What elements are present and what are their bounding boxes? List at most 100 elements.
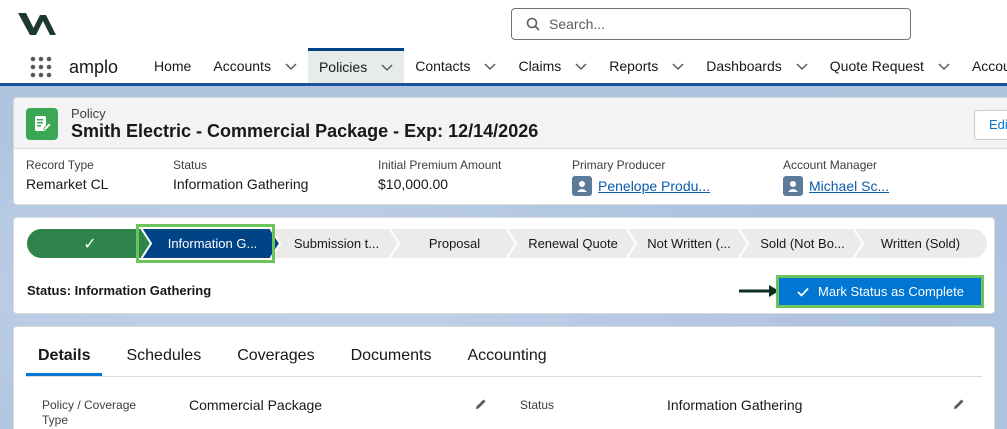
nav-item-label: Policies <box>318 59 368 75</box>
nav-item-claims[interactable]: Claims <box>507 48 598 83</box>
navigation-bar: amplo Home Accounts Policies Contacts Claims… <box>0 48 1007 86</box>
path-stage-label: ✓ <box>83 235 97 253</box>
highlight-initial-premium-amount: Initial Premium Amount $10,000.00 <box>378 158 501 192</box>
path-stage-incomplete[interactable]: Not Written (... <box>626 228 752 259</box>
field-label-status: Status <box>520 398 555 412</box>
chevron-down-icon[interactable] <box>938 60 950 72</box>
status-path-card: ✓ Information G... Submission t... Proposal… <box>13 217 995 314</box>
record-tabs: Details Schedules Coverages Documents Accoun… <box>26 337 982 377</box>
highlight-label: Initial Premium Amount <box>378 158 502 172</box>
highlight-value-wrapper: $10,000.00 <box>378 176 501 192</box>
nav-item-dashboards[interactable]: Dashboards <box>695 48 819 83</box>
chevron-down-icon[interactable] <box>381 61 393 73</box>
field-value-status: Information Gathering <box>667 397 803 413</box>
highlight-value: Remarket CL <box>26 176 109 192</box>
tab-coverages[interactable]: Coverages <box>225 337 326 376</box>
path-stage-incomplete[interactable]: Written (Sold) <box>853 228 988 259</box>
global-search-input[interactable]: Search... <box>511 8 911 40</box>
path-stage-label: Information G... <box>167 236 258 251</box>
nav-item-accounts[interactable]: Accounts <box>202 48 308 83</box>
chevron-down-icon[interactable] <box>575 60 587 72</box>
highlights-panel: Record Type Remarket CL Status Information … <box>14 149 1007 204</box>
field-value-coverage-type: Commercial Package <box>189 397 323 413</box>
path-stage-complete[interactable]: ✓ <box>26 228 154 259</box>
path-stage-label: Renewal Quote <box>528 236 618 251</box>
path-stage-label: Submission t... <box>293 236 380 251</box>
chevron-down-icon[interactable] <box>285 60 297 72</box>
nav-item-label: Accou <box>971 57 1007 74</box>
nav-item-contacts[interactable]: Contacts <box>404 48 507 83</box>
highlight-label: Status <box>173 158 208 172</box>
nav-item-label: Claims <box>518 57 562 74</box>
nav-item-accou[interactable]: Accou <box>961 48 1007 83</box>
tab-details[interactable]: Details <box>26 337 103 376</box>
path-stage-incomplete[interactable]: Sold (Not Bo... <box>738 228 867 259</box>
tab-schedules[interactable]: Schedules <box>114 337 213 376</box>
details-card: Details Schedules Coverages Documents Accoun… <box>13 326 995 429</box>
app-name: amplo <box>69 57 119 77</box>
nav-item-label: Contacts <box>415 57 471 74</box>
path-stage-label: Written (Sold) <box>880 236 961 251</box>
highlight-primary-producer: Primary Producer Penelope Produ... <box>572 158 710 196</box>
highlight-value: $10,000.00 <box>378 176 449 192</box>
nav-item-quote-request[interactable]: Quote Request <box>819 48 961 83</box>
record-header-top: Policy Smith Electric - Commercial Packa… <box>14 98 1007 149</box>
check-icon <box>797 287 809 297</box>
global-header: Search... <box>0 0 1007 48</box>
path-stage-incomplete[interactable]: Submission t... <box>270 228 403 259</box>
user-avatar-icon <box>572 176 592 196</box>
path-stage-label: Proposal <box>428 236 481 251</box>
edit-pencil-icon[interactable] <box>952 397 966 411</box>
nav-item-label: Reports <box>609 57 659 74</box>
nav-item-label: Quote Request <box>829 57 924 74</box>
document-edit-icon <box>35 116 52 131</box>
highlight-label: Record Type <box>26 158 94 172</box>
highlight-status: Status Information Gathering <box>173 158 308 192</box>
path-stage-label: Sold (Not Bo... <box>760 236 845 251</box>
highlight-account-manager: Account Manager Michael Sc... <box>783 158 889 196</box>
record-title: Smith Electric - Commercial Package - Ex… <box>71 121 539 141</box>
tab-documents[interactable]: Documents <box>339 337 444 376</box>
edit-button[interactable]: Edi <box>974 110 1007 140</box>
field-label-coverage-type: Policy / Coverage Type <box>42 398 137 427</box>
nav-item-label: Home <box>154 57 192 74</box>
edit-pencil-icon[interactable] <box>474 397 488 411</box>
chevron-down-icon[interactable] <box>484 60 496 72</box>
path-stage-incomplete[interactable]: Proposal <box>389 228 520 259</box>
record-header: Policy Smith Electric - Commercial Packa… <box>13 97 1007 205</box>
user-avatar-icon <box>783 176 803 196</box>
nav-item-label: Dashboards <box>706 57 782 74</box>
highlight-value-wrapper: Information Gathering <box>173 176 308 192</box>
highlight-record-type: Record Type Remarket CL <box>26 158 108 192</box>
policy-record-icon <box>26 108 58 140</box>
nav-item-label: Accounts <box>213 57 271 74</box>
highlight-label: Primary Producer <box>572 158 666 172</box>
highlight-label: Account Manager <box>783 158 878 172</box>
chevron-down-icon[interactable] <box>796 60 808 72</box>
tab-accounting[interactable]: Accounting <box>455 337 558 376</box>
search-placeholder: Search... <box>549 16 606 32</box>
app-launcher-icon[interactable] <box>30 56 52 78</box>
nav-item-reports[interactable]: Reports <box>598 48 695 83</box>
highlight-link[interactable]: Michael Sc... <box>809 178 889 194</box>
amplo-logo[interactable] <box>16 9 56 39</box>
nav-item-home[interactable]: Home <box>143 48 202 83</box>
chevron-down-icon[interactable] <box>672 60 684 72</box>
arrow-annotation-icon <box>739 285 779 297</box>
path-stage-incomplete[interactable]: Renewal Quote <box>506 228 640 259</box>
search-icon <box>526 17 540 31</box>
status-path: ✓ Information G... Submission t... Proposal… <box>26 224 988 263</box>
current-status-text: Status: Information Gathering <box>27 283 212 298</box>
nav-item-policies[interactable]: Policies <box>307 48 405 83</box>
highlight-link[interactable]: Penelope Produ... <box>598 178 710 194</box>
nav-items: Home Accounts Policies Contacts Claims Report… <box>143 48 1007 83</box>
mark-status-label: Mark Status as Complete <box>818 284 964 299</box>
highlight-value: Information Gathering <box>173 176 309 192</box>
path-stage-current[interactable]: Information G... <box>136 224 284 263</box>
object-label: Policy <box>71 106 106 121</box>
highlight-value-wrapper: Michael Sc... <box>783 176 889 196</box>
highlight-value-wrapper: Remarket CL <box>26 176 108 192</box>
highlight-value-wrapper: Penelope Produ... <box>572 176 710 196</box>
mark-status-complete-button[interactable]: Mark Status as Complete <box>776 275 984 308</box>
path-stage-label: Not Written (... <box>647 236 731 251</box>
